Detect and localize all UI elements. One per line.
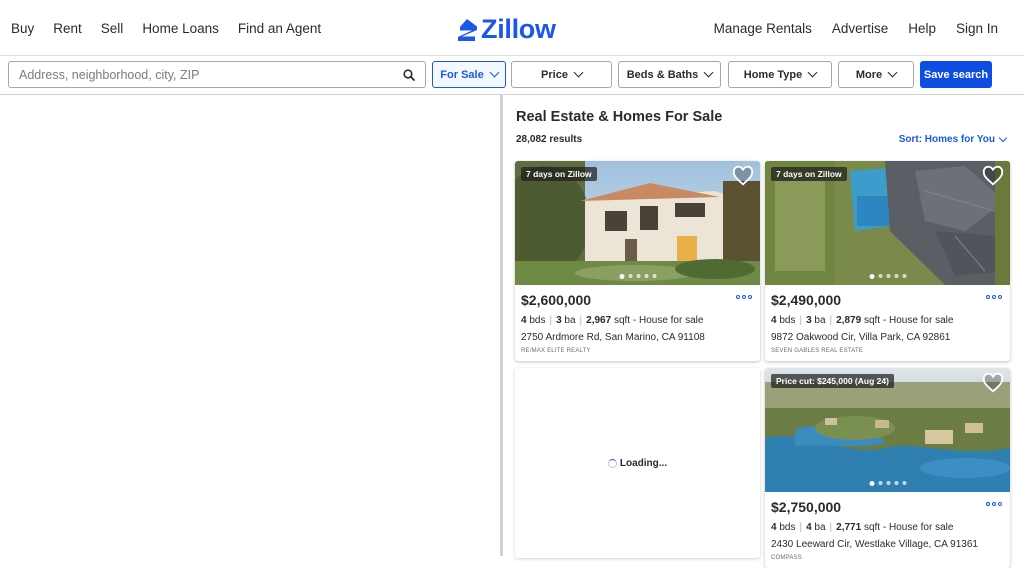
- results-title: Real Estate & Homes For Sale: [516, 109, 723, 125]
- nav-advertise[interactable]: Advertise: [832, 21, 888, 36]
- results-panel: Real Estate & Homes For Sale 28,082 resu…: [503, 95, 1024, 568]
- search-icon[interactable]: [403, 68, 415, 81]
- map-area[interactable]: [0, 95, 500, 556]
- nav-rent[interactable]: Rent: [53, 21, 82, 36]
- chevron-down-icon: [998, 133, 1008, 142]
- spinner-icon: [607, 458, 617, 468]
- more-label: More: [855, 68, 883, 81]
- beds-baths-label: Beds & Baths: [626, 68, 699, 81]
- sort-dropdown[interactable]: Sort: Homes for You: [898, 133, 1008, 145]
- beds-unit: bds: [529, 315, 546, 326]
- nav-manage-rentals[interactable]: Manage Rentals: [714, 21, 812, 36]
- baths-unit: ba: [814, 522, 826, 533]
- beds-unit: bds: [779, 315, 796, 326]
- listing-price: $2,750,000: [771, 499, 842, 515]
- price-label: Price: [541, 68, 568, 81]
- baths-unit: ba: [564, 315, 576, 326]
- sqft-type: sqft - House for sale: [613, 315, 704, 326]
- beds-unit: bds: [779, 522, 796, 533]
- listing-specs: 4 bds | 3 ba | 2,967 sqft - House for sale: [521, 315, 704, 326]
- listing-address[interactable]: 2430 Leeward Cir, Westlake Village, CA 9…: [771, 539, 978, 550]
- listing-card[interactable]: 7 days on Zillow $2,600,000 4 bds | 3 ba | 2…: [515, 161, 760, 361]
- listing-broker: RE/MAX ELITE REALTY: [521, 348, 591, 354]
- listing-address[interactable]: 2750 Ardmore Rd, San Marino, CA 91108: [521, 332, 705, 343]
- nav-sell[interactable]: Sell: [101, 21, 124, 36]
- chevron-down-icon: [573, 67, 584, 78]
- baths-value: 3: [806, 315, 812, 326]
- nav-help[interactable]: Help: [908, 21, 936, 36]
- more-filters-button[interactable]: More: [838, 61, 914, 88]
- sqft-type: sqft - House for sale: [863, 315, 954, 326]
- sqft-value: 2,771: [836, 522, 862, 533]
- sqft-value: 2,879: [836, 315, 862, 326]
- top-nav: Buy Rent Sell Home Loans Find an Agent Z…: [0, 0, 1024, 56]
- listing-specs: 4 bds | 3 ba | 2,879 sqft - House for sale: [771, 315, 954, 326]
- beds-value: 4: [771, 315, 777, 326]
- listing-broker: SEVEN GABLES REAL ESTATE: [771, 348, 864, 354]
- nav-right: Manage Rentals Advertise Help Sign In: [694, 0, 998, 56]
- zillow-logo[interactable]: Zillow: [456, 14, 556, 45]
- listing-specs: 4 bds | 4 ba | 2,771 sqft - House for sale: [771, 522, 954, 533]
- filter-bar: For Sale Price Beds & Baths Home Type Mo…: [0, 56, 1024, 95]
- logo-text: Zillow: [481, 14, 556, 44]
- nav-sign-in[interactable]: Sign In: [956, 21, 998, 36]
- chevron-down-icon: [887, 67, 898, 78]
- more-options-icon[interactable]: [736, 295, 752, 299]
- photo-carousel-dots[interactable]: [869, 481, 906, 486]
- baths-value: 4: [806, 522, 812, 533]
- beds-baths-button[interactable]: Beds & Baths: [618, 61, 721, 88]
- listing-card[interactable]: 7 days on Zillow $2,490,000 4 bds | 3 ba | 2…: [765, 161, 1010, 361]
- save-search-button[interactable]: Save search: [920, 61, 992, 88]
- beds-value: 4: [771, 522, 777, 533]
- chevron-down-icon: [807, 67, 818, 78]
- nav-buy[interactable]: Buy: [11, 21, 34, 36]
- loading-card: Loading...: [515, 368, 760, 558]
- nav-find-agent[interactable]: Find an Agent: [238, 21, 321, 36]
- chevron-down-icon: [489, 67, 500, 78]
- listing-badge: 7 days on Zillow: [521, 167, 597, 181]
- home-type-label: Home Type: [743, 68, 803, 81]
- heart-icon[interactable]: [982, 165, 1004, 187]
- baths-unit: ba: [814, 315, 826, 326]
- listing-photo[interactable]: 7 days on Zillow: [515, 161, 760, 285]
- for-sale-label: For Sale: [440, 68, 484, 81]
- listing-photo[interactable]: Price cut: $245,000 (Aug 24): [765, 368, 1010, 492]
- listing-price: $2,490,000: [771, 292, 842, 308]
- search-box: [8, 61, 426, 88]
- heart-icon[interactable]: [732, 165, 754, 187]
- zillow-house-icon: [458, 18, 477, 41]
- chevron-down-icon: [703, 67, 714, 78]
- loading-text: Loading...: [619, 457, 668, 469]
- listing-address[interactable]: 9872 Oakwood Cir, Villa Park, CA 92861: [771, 332, 950, 343]
- listing-card[interactable]: Price cut: $245,000 (Aug 24) $2,750,000 …: [765, 368, 1010, 568]
- listing-price: $2,600,000: [521, 292, 592, 308]
- listing-badge: 7 days on Zillow: [771, 167, 847, 181]
- sort-label: Sort: Homes for You: [898, 134, 995, 145]
- photo-carousel-dots[interactable]: [869, 274, 906, 279]
- heart-icon[interactable]: [982, 372, 1004, 394]
- search-input[interactable]: [19, 67, 403, 82]
- listing-photo[interactable]: 7 days on Zillow: [765, 161, 1010, 285]
- listing-badge: Price cut: $245,000 (Aug 24): [771, 374, 894, 388]
- baths-value: 3: [556, 315, 562, 326]
- price-button[interactable]: Price: [511, 61, 612, 88]
- photo-carousel-dots[interactable]: [619, 274, 656, 279]
- sqft-type: sqft - House for sale: [863, 522, 954, 533]
- home-type-button[interactable]: Home Type: [728, 61, 832, 88]
- beds-value: 4: [521, 315, 527, 326]
- results-count: 28,082 results: [516, 134, 583, 145]
- more-options-icon[interactable]: [986, 295, 1002, 299]
- nav-home-loans[interactable]: Home Loans: [142, 21, 219, 36]
- more-options-icon[interactable]: [986, 502, 1002, 506]
- sqft-value: 2,967: [586, 315, 612, 326]
- for-sale-button[interactable]: For Sale: [432, 61, 506, 88]
- nav-left: Buy Rent Sell Home Loans Find an Agent: [11, 0, 340, 56]
